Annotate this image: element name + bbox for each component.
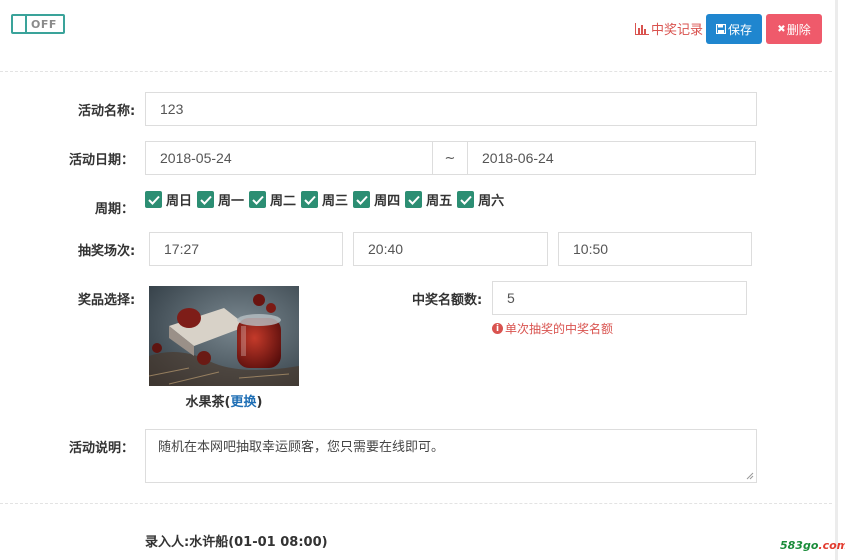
delete-button[interactable]: ✖ 删除 xyxy=(766,14,822,44)
check-icon[interactable] xyxy=(457,191,475,208)
change-prize-link[interactable]: 更换 xyxy=(231,395,257,410)
session-time-value: 10:50 xyxy=(573,241,609,257)
record-link-label: 中奖记录 xyxy=(651,23,704,38)
check-icon[interactable] xyxy=(405,191,423,208)
bar-chart-icon xyxy=(635,22,649,35)
draw-sessions-label: 抽奖场次: xyxy=(78,244,136,259)
prize-caption: 水果茶(更换) xyxy=(149,391,299,410)
watermark-tld: .com xyxy=(818,539,845,552)
activity-name-input[interactable]: 123 xyxy=(145,92,757,126)
site-watermark: 583go.com xyxy=(780,539,845,552)
weekday-label: 周三 xyxy=(322,194,349,209)
winner-count-value: 5 xyxy=(507,290,515,306)
weekday-thu[interactable]: 周四 xyxy=(353,190,404,209)
check-icon[interactable] xyxy=(145,191,162,208)
weekday-label: 周二 xyxy=(270,194,297,209)
weekday-label: 周六 xyxy=(478,194,505,209)
description-value: 随机在本网吧抽取幸运顾客，您只需要在线即可。 xyxy=(158,440,445,455)
weekday-label: 周四 xyxy=(374,194,401,209)
top-divider xyxy=(0,71,832,72)
period-label: 周期： xyxy=(95,202,135,217)
check-icon[interactable] xyxy=(249,191,267,208)
session-time-input-3[interactable]: 10:50 xyxy=(558,232,752,266)
start-date-value: 2018-05-24 xyxy=(160,150,232,166)
bottom-divider xyxy=(0,503,832,504)
fruit-tea-photo xyxy=(149,286,299,386)
check-icon[interactable] xyxy=(301,191,319,208)
date-separator: ~ xyxy=(432,141,468,175)
session-time-value: 20:40 xyxy=(368,241,404,257)
weekday-tue[interactable]: 周二 xyxy=(249,190,300,209)
session-time-input-1[interactable]: 17:27 xyxy=(149,232,343,266)
check-icon[interactable] xyxy=(353,191,371,208)
check-icon[interactable] xyxy=(197,191,215,208)
end-date-value: 2018-06-24 xyxy=(482,150,554,166)
close-icon: ✖ xyxy=(777,23,786,35)
weekday-fri[interactable]: 周五 xyxy=(405,190,456,209)
info-icon: i xyxy=(492,323,503,334)
watermark-domain: 583go xyxy=(780,539,819,552)
save-button[interactable]: 保存 xyxy=(706,14,762,44)
session-time-input-2[interactable]: 20:40 xyxy=(353,232,548,266)
weekday-sun[interactable]: 周日 xyxy=(145,190,196,209)
weekday-mon[interactable]: 周一 xyxy=(197,190,248,209)
description-textarea[interactable]: 随机在本网吧抽取幸运顾客，您只需要在线即可。 xyxy=(145,429,757,483)
winning-record-link[interactable]: 中奖记录 xyxy=(635,19,703,38)
winner-count-input[interactable]: 5 xyxy=(492,281,747,315)
activity-name-value: 123 xyxy=(160,101,184,117)
weekday-label: 周一 xyxy=(218,194,245,209)
session-time-value: 17:27 xyxy=(164,241,200,257)
resize-handle-icon[interactable] xyxy=(746,472,754,480)
activity-date-label: 活动日期： xyxy=(69,153,135,168)
activity-name-label: 活动名称: xyxy=(78,104,136,119)
date-separator-text: ~ xyxy=(444,150,456,166)
hint-text: 单次抽奖的中奖名额 xyxy=(505,322,614,336)
weekday-label: 周五 xyxy=(426,194,453,209)
entry-info: 录入人:水许船(01-01 08:00) xyxy=(145,535,328,550)
weekday-group: 周日 周一 周二 周三 周四 周五 周六 xyxy=(145,190,509,209)
page-right-border xyxy=(835,0,838,560)
weekday-label: 周日 xyxy=(166,194,193,209)
toggle-knob xyxy=(13,16,27,32)
winner-count-label: 中奖名额数: xyxy=(412,293,483,308)
toggle-label: OFF xyxy=(31,17,57,31)
paren-close: ) xyxy=(256,395,263,410)
weekday-sat[interactable]: 周六 xyxy=(457,190,508,209)
prize-image[interactable] xyxy=(149,286,299,386)
prize-select-label: 奖品选择: xyxy=(78,293,136,308)
end-date-input[interactable]: 2018-06-24 xyxy=(467,141,756,175)
start-date-input[interactable]: 2018-05-24 xyxy=(145,141,433,175)
weekday-wed[interactable]: 周三 xyxy=(301,190,352,209)
status-toggle[interactable]: OFF xyxy=(11,14,65,34)
description-label: 活动说明： xyxy=(69,441,135,456)
delete-button-label: 删除 xyxy=(786,22,811,37)
winner-count-hint: i 单次抽奖的中奖名额 xyxy=(492,320,613,337)
save-button-label: 保存 xyxy=(727,22,752,37)
prize-name: 水果茶 xyxy=(185,395,225,410)
floppy-icon xyxy=(715,24,726,34)
